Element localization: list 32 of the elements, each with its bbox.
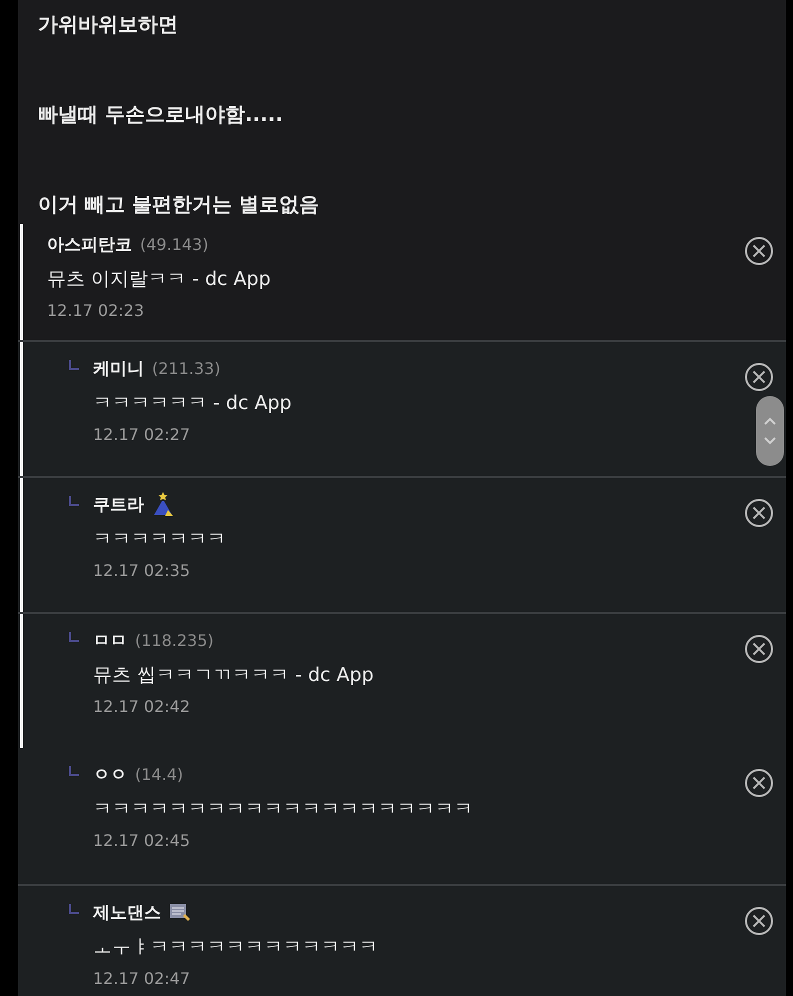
comment-text: ㅋㅋㅋㅋㅋㅋㅋㅋㅋㅋㅋㅋㅋㅋㅋㅋㅋㅋㅋㅋ xyxy=(93,797,474,822)
timestamp: 12.17 02:27 xyxy=(93,424,191,446)
ip-address: (14.4) xyxy=(135,764,184,784)
delete-icon[interactable] xyxy=(744,634,774,664)
timestamp: 12.17 02:23 xyxy=(47,300,145,322)
author-name: ㅁㅁ xyxy=(93,630,127,652)
author-name: 케미니 xyxy=(93,358,144,380)
author-name: 제노댄스 xyxy=(93,902,161,924)
delete-icon[interactable] xyxy=(744,906,774,936)
timestamp: 12.17 02:47 xyxy=(93,968,191,990)
timestamp: 12.17 02:45 xyxy=(93,830,191,852)
comment-text: ㅋㅋㅋㅋㅋㅋㅋ xyxy=(93,527,227,552)
author-name: ㅇㅇ xyxy=(93,764,127,786)
delete-icon[interactable] xyxy=(744,362,774,392)
delete-icon[interactable] xyxy=(744,768,774,798)
ip-address: (211.33) xyxy=(152,358,220,378)
timestamp: 12.17 02:35 xyxy=(93,560,191,582)
author-name: 아스피탄코 xyxy=(47,234,132,256)
ip-address: (118.235) xyxy=(135,630,214,650)
delete-icon[interactable] xyxy=(744,236,774,266)
scroll-handle[interactable] xyxy=(756,396,784,466)
post-text: 가위바위보하면 xyxy=(38,11,179,38)
comment-text: ㅗㅜㅑㅋㅋㅋㅋㅋㅋㅋㅋㅋㅋㅋㅋ xyxy=(93,935,379,960)
timestamp: 12.17 02:42 xyxy=(93,696,191,718)
comment-text: ㅋㅋㅋㅋㅋㅋ - dc App xyxy=(93,391,293,416)
author-name: 쿠트라 xyxy=(93,494,144,516)
comment-text: 뮤츠 이지랄ㅋㅋ - dc App xyxy=(47,267,272,292)
post-text: 이거 빼고 불편한거는 별로없음 xyxy=(38,191,320,218)
delete-icon[interactable] xyxy=(744,498,774,528)
ip-address: (49.143) xyxy=(140,234,208,254)
comment-text: 뮤츠 씹ㅋㅋㄱㄲㅋㅋㅋ - dc App xyxy=(93,663,375,688)
post-text: 빠낼때 두손으로내야함..... xyxy=(38,101,284,128)
